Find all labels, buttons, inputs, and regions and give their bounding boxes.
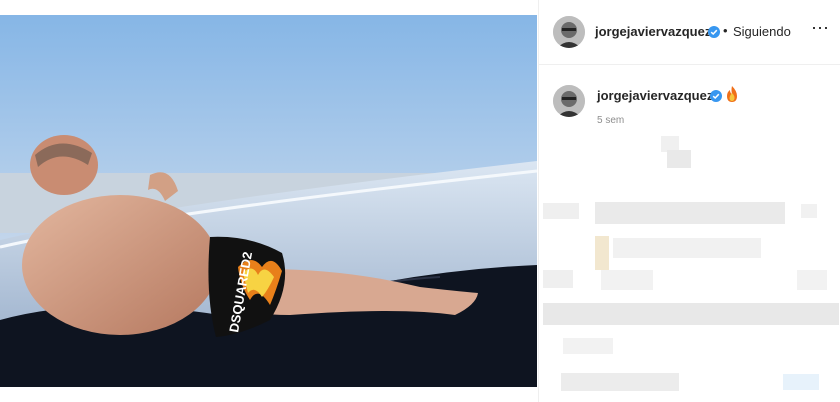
post-photo-image: DSQUARED2 <box>0 15 537 387</box>
blurred-content <box>563 338 613 354</box>
blurred-content <box>601 270 653 290</box>
blurred-content <box>613 238 761 258</box>
avatar-image <box>553 85 585 117</box>
more-options-icon[interactable]: ⋯ <box>811 18 830 39</box>
blurred-content <box>783 374 819 390</box>
avatar-image <box>553 16 585 48</box>
caption-author-avatar[interactable] <box>553 85 585 117</box>
caption-timestamp: 5 sem <box>597 115 625 126</box>
header-username[interactable]: jorgejaviervazquez <box>595 24 711 39</box>
following-button[interactable]: Siguiendo <box>733 24 791 39</box>
caption-username[interactable]: jorgejaviervazquez <box>597 88 713 103</box>
blurred-content <box>801 204 817 218</box>
fire-emoji-icon <box>727 86 737 102</box>
post-header: jorgejaviervazquez • Siguiendo ⋯ <box>539 0 840 65</box>
blurred-content <box>543 203 579 219</box>
blurred-content <box>561 373 679 391</box>
verified-badge-icon <box>710 90 722 102</box>
verified-badge-icon <box>708 26 720 38</box>
blurred-content <box>797 270 827 290</box>
blurred-content <box>595 202 785 224</box>
blurred-content <box>667 150 691 168</box>
post-photo[interactable]: DSQUARED2 <box>0 15 537 387</box>
blurred-content <box>543 303 839 325</box>
separator-dot: • <box>723 23 728 38</box>
blurred-content <box>595 236 609 270</box>
author-avatar[interactable] <box>553 16 585 48</box>
blurred-content <box>543 270 573 288</box>
instagram-post-view: DSQUARED2 jorgejaviervazquez • Siguiendo… <box>0 0 840 402</box>
post-side-panel: jorgejaviervazquez • Siguiendo ⋯ jorgeja… <box>538 0 840 402</box>
